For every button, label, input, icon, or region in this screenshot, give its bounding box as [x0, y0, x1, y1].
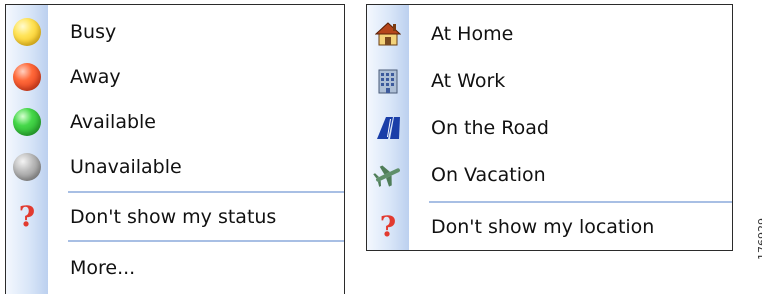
- location-menu: At Home At Work On the Road On Vacation …: [366, 4, 733, 251]
- menu-item-label: Away: [70, 66, 121, 88]
- busy-orb-icon: [13, 18, 41, 46]
- menu-item-label: Busy: [70, 21, 117, 43]
- road-icon: [377, 117, 400, 139]
- question-mark-icon: ?: [379, 210, 397, 243]
- menu-separator: [68, 191, 344, 193]
- menu-separator: [429, 201, 732, 203]
- house-icon: [375, 22, 401, 46]
- menu-item-available[interactable]: Available: [6, 99, 344, 145]
- figure-code: 176929: [756, 218, 762, 260]
- menu-item-busy[interactable]: Busy: [6, 9, 344, 55]
- away-orb-icon: [13, 63, 41, 91]
- menu-item-at-home[interactable]: At Home: [367, 11, 732, 57]
- status-menu: Busy Away Available Unavailable ? Don't …: [5, 4, 345, 294]
- question-mark-icon: ?: [18, 200, 36, 233]
- menu-item-label: Available: [70, 111, 157, 133]
- menu-item-label: At Home: [431, 23, 514, 45]
- menu-item-on-the-road[interactable]: On the Road: [367, 105, 732, 151]
- menu-item-unavailable[interactable]: Unavailable: [6, 144, 344, 190]
- menu-item-at-work[interactable]: At Work: [367, 58, 732, 104]
- menu-item-on-vacation[interactable]: On Vacation: [367, 152, 732, 198]
- menu-item-label: Unavailable: [70, 156, 182, 178]
- menu-separator: [68, 240, 344, 242]
- available-orb-icon: [13, 108, 41, 136]
- office-building-icon: [378, 69, 398, 94]
- menu-item-away[interactable]: Away: [6, 54, 344, 100]
- menu-item-more[interactable]: More...: [6, 245, 344, 291]
- menu-item-label: Don't show my location: [431, 216, 655, 238]
- airplane-icon: [373, 165, 400, 187]
- menu-item-hide-status[interactable]: ? Don't show my status: [6, 194, 344, 240]
- menu-item-label: On Vacation: [431, 164, 546, 186]
- menu-item-label: More...: [70, 257, 136, 279]
- unavailable-orb-icon: [13, 153, 41, 181]
- menu-item-label: Don't show my status: [70, 206, 277, 228]
- menu-item-hide-location[interactable]: ? Don't show my location: [367, 204, 732, 250]
- menu-item-label: At Work: [431, 70, 506, 92]
- menu-item-label: On the Road: [431, 117, 549, 139]
